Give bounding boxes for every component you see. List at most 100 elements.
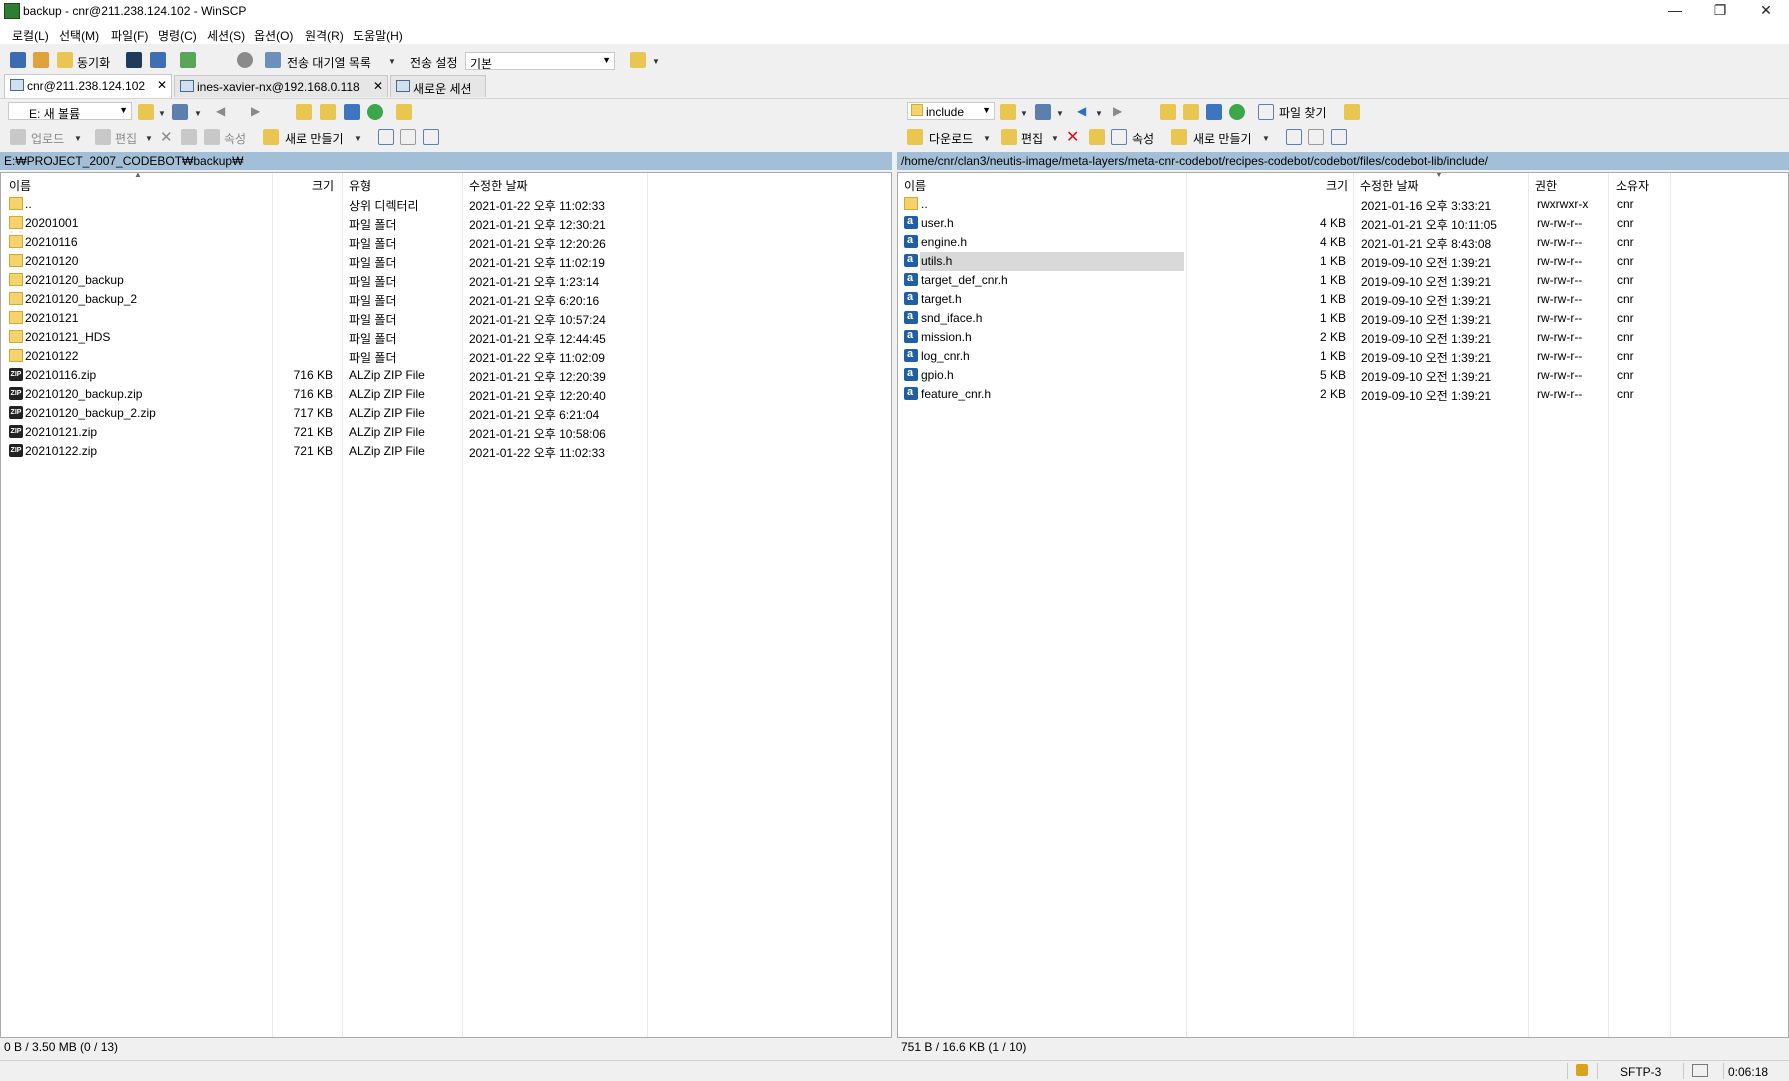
- col-modified[interactable]: 수정한 날짜: [469, 177, 528, 194]
- chevron-down-icon[interactable]: ▼: [354, 134, 362, 143]
- chevron-down-icon[interactable]: ▼: [194, 109, 202, 118]
- table-row[interactable]: user.h 4 KB 2021-01-21 오후 10:11:05 rw-rw-r-…: [898, 214, 1788, 233]
- refresh-icon[interactable]: [1229, 104, 1245, 120]
- terminal-icon[interactable]: [126, 52, 142, 68]
- chevron-down-icon[interactable]: ▼: [158, 109, 166, 118]
- col-name[interactable]: 이름: [904, 177, 926, 194]
- close-icon[interactable]: ✕: [373, 79, 383, 93]
- left-file-panel[interactable]: 이름 ▲ 크기 유형 수정한 날짜 .. 상위 디렉터리 2021-01-22 오후…: [0, 172, 892, 1038]
- properties-button[interactable]: 속성: [1132, 130, 1154, 147]
- select-all-icon[interactable]: [378, 129, 394, 145]
- home-icon[interactable]: [1206, 104, 1222, 120]
- menu-local[interactable]: 로컬(L): [12, 27, 49, 44]
- menu-session[interactable]: 세션(S): [207, 27, 245, 44]
- open-folder-icon[interactable]: [1000, 104, 1016, 120]
- tab-session-cnr[interactable]: cnr@211.238.124.102 ✕: [4, 74, 172, 98]
- menu-options[interactable]: 옵션(O): [254, 27, 293, 44]
- menu-files[interactable]: 파일(F): [111, 27, 148, 44]
- table-row[interactable]: utils.h 1 KB 2019-09-10 오전 1:39:21 rw-rw-r-…: [898, 252, 1788, 271]
- new-folder-icon[interactable]: [1171, 129, 1187, 145]
- tree-icon[interactable]: [1344, 104, 1360, 120]
- edit-button[interactable]: 편집: [1021, 130, 1043, 147]
- table-row[interactable]: 20210121_HDS 파일 폴더 2021-01-21 오후 12:44:45: [1, 328, 891, 347]
- unselect-icon[interactable]: [400, 129, 416, 145]
- table-row[interactable]: .. 상위 디렉터리 2021-01-22 오후 11:02:33: [1, 195, 891, 214]
- select-all-icon[interactable]: [1286, 129, 1302, 145]
- compare-dirs-icon[interactable]: [33, 52, 49, 68]
- find-files-button[interactable]: 파일 찾기: [1279, 104, 1327, 121]
- properties-button[interactable]: 속성: [224, 130, 246, 147]
- properties-icon[interactable]: [1111, 129, 1127, 145]
- table-row[interactable]: mission.h 2 KB 2019-09-10 오전 1:39:21 rw-rw-…: [898, 328, 1788, 347]
- col-type[interactable]: 유형: [349, 177, 371, 194]
- chevron-down-icon[interactable]: ▼: [145, 134, 153, 143]
- filter-icon[interactable]: [1035, 104, 1051, 120]
- preferences-icon[interactable]: [180, 52, 196, 68]
- right-file-panel[interactable]: 이름 크기 수정한 날짜 ▼ 권한 소유자 .. 2021-01-16 오후 3:…: [897, 172, 1789, 1038]
- table-row[interactable]: feature_cnr.h 2 KB 2019-09-10 오전 1:39:21 rw…: [898, 385, 1788, 404]
- forward-icon[interactable]: ▶: [1113, 104, 1122, 118]
- chevron-down-icon[interactable]: ▼: [1262, 134, 1270, 143]
- col-size[interactable]: 크기: [1326, 177, 1348, 194]
- sync-button[interactable]: 동기화: [77, 54, 110, 71]
- rename-icon[interactable]: [1089, 129, 1105, 145]
- new-button[interactable]: 새로 만들기: [1193, 130, 1252, 147]
- edit-button[interactable]: 편집: [115, 130, 137, 147]
- table-row[interactable]: 20210116 파일 폴더 2021-01-21 오후 12:20:26: [1, 233, 891, 252]
- transfer-preset-select[interactable]: 기본 ▼: [465, 52, 615, 71]
- root-dir-icon[interactable]: [320, 104, 336, 120]
- left-path-bar[interactable]: E:₩PROJECT_2007_CODEBOT₩backup₩: [0, 152, 892, 170]
- refresh-icon[interactable]: [367, 104, 383, 120]
- table-row[interactable]: 20210120 파일 폴더 2021-01-21 오후 11:02:19: [1, 252, 891, 271]
- queue-list-button[interactable]: 전송 대기열 목록: [287, 54, 371, 71]
- forward-icon[interactable]: ▶: [251, 104, 260, 118]
- col-rights[interactable]: 권한: [1535, 177, 1557, 194]
- root-dir-icon[interactable]: [1183, 104, 1199, 120]
- download-icon[interactable]: [907, 129, 923, 145]
- menu-mark[interactable]: 선택(M): [59, 27, 99, 44]
- tab-session-ines[interactable]: ines-xavier-nx@192.168.0.118 ✕: [174, 75, 388, 97]
- table-row[interactable]: 20201001 파일 폴더 2021-01-21 오후 12:30:21: [1, 214, 891, 233]
- tree-icon[interactable]: [396, 104, 412, 120]
- close-button[interactable]: ✕: [1743, 0, 1789, 22]
- chevron-down-icon[interactable]: ▼: [74, 134, 82, 143]
- menu-remote[interactable]: 원격(R): [305, 27, 344, 44]
- minimize-button[interactable]: —: [1652, 0, 1698, 22]
- filter-icon[interactable]: [172, 104, 188, 120]
- download-button[interactable]: 다운로드: [929, 130, 973, 147]
- col-size[interactable]: 크기: [312, 177, 334, 194]
- col-modified[interactable]: 수정한 날짜: [1360, 177, 1419, 194]
- menu-commands[interactable]: 명령(C): [158, 27, 197, 44]
- new-button[interactable]: 새로 만들기: [285, 130, 344, 147]
- filter-icon[interactable]: [1331, 129, 1347, 145]
- gear-icon[interactable]: [237, 52, 253, 68]
- chevron-down-icon[interactable]: ▼: [1020, 109, 1028, 118]
- back-icon[interactable]: ◀: [216, 104, 225, 118]
- back-icon[interactable]: ◀: [1077, 104, 1086, 118]
- upload-button[interactable]: 업로드: [31, 130, 64, 147]
- menu-help[interactable]: 도움말(H): [353, 27, 403, 44]
- queue-icon[interactable]: [265, 52, 281, 68]
- delete-icon[interactable]: ✕: [1066, 127, 1079, 147]
- remote-folder-select[interactable]: include ▼: [907, 102, 995, 120]
- tab-new-session[interactable]: 새로운 세션: [390, 75, 486, 97]
- table-row[interactable]: target_def_cnr.h 1 KB 2019-09-10 오전 1:39:2…: [898, 271, 1788, 290]
- edit-icon[interactable]: [95, 129, 111, 145]
- properties-icon[interactable]: [204, 129, 220, 145]
- table-row[interactable]: engine.h 4 KB 2021-01-21 오후 8:43:08 rw-rw-r…: [898, 233, 1788, 252]
- new-folder-icon[interactable]: [263, 129, 279, 145]
- chevron-down-icon[interactable]: ▼: [983, 134, 991, 143]
- table-row[interactable]: log_cnr.h 1 KB 2019-09-10 오전 1:39:21 rw-rw-…: [898, 347, 1788, 366]
- chevron-down-icon[interactable]: ▼: [1051, 134, 1059, 143]
- table-row[interactable]: 20210121 파일 폴더 2021-01-21 오후 10:57:24: [1, 309, 891, 328]
- table-row[interactable]: 20210120_backup_2 파일 폴더 2021-01-21 오후 6:20…: [1, 290, 891, 309]
- chevron-down-icon[interactable]: ▼: [388, 57, 396, 66]
- home-icon[interactable]: [344, 104, 360, 120]
- col-owner[interactable]: 소유자: [1616, 177, 1649, 194]
- restore-button[interactable]: ❐: [1697, 0, 1743, 22]
- local-drive-select[interactable]: E: 새 볼륨 ▼: [8, 102, 132, 121]
- table-row[interactable]: target.h 1 KB 2019-09-10 오전 1:39:21 rw-rw-r…: [898, 290, 1788, 309]
- parent-dir-icon[interactable]: [296, 104, 312, 120]
- col-name[interactable]: 이름: [9, 177, 31, 194]
- table-row[interactable]: snd_iface.h 1 KB 2019-09-10 오전 1:39:21 rw-r…: [898, 309, 1788, 328]
